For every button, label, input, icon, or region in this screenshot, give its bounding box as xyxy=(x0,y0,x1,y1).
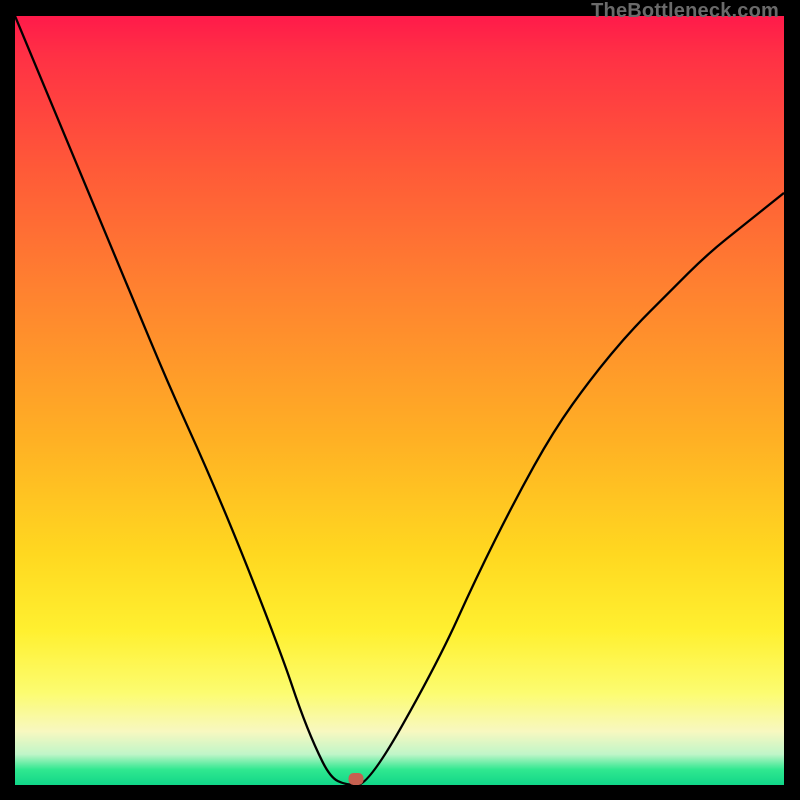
watermark-text: TheBottleneck.com xyxy=(591,0,779,23)
curve-layer xyxy=(15,16,784,785)
chart-frame: TheBottleneck.com xyxy=(0,0,800,800)
optimal-point-marker xyxy=(348,773,363,785)
bottleneck-curve xyxy=(15,16,784,785)
chart-container: TheBottleneck.com xyxy=(0,0,800,800)
